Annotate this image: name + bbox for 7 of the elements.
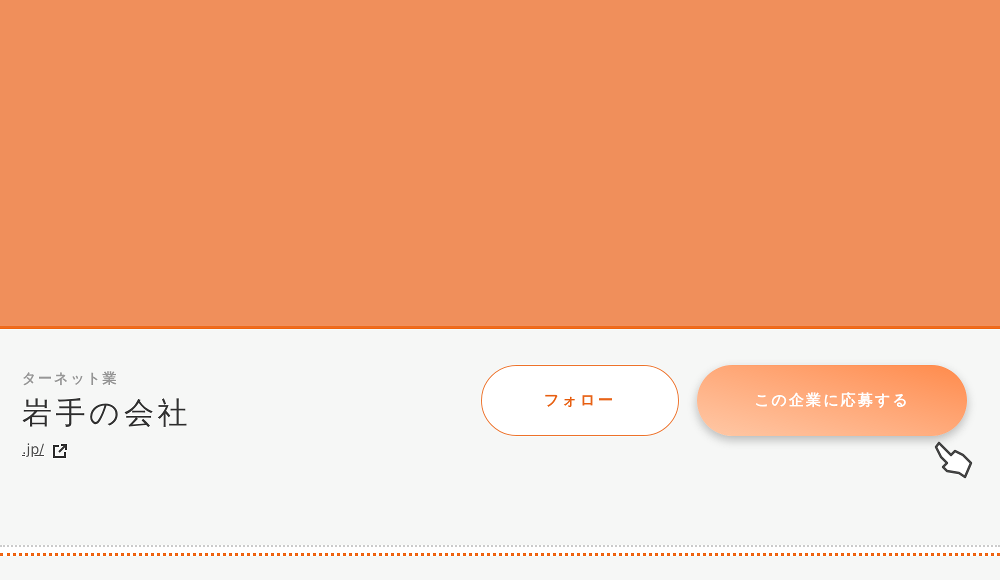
follow-button[interactable]: フォロー — [481, 365, 679, 436]
website-link[interactable]: .jp/ — [22, 440, 44, 461]
external-link-icon — [52, 442, 68, 458]
industry-label: ターネット業 — [22, 370, 120, 389]
company-name: 岩手の会社 — [22, 395, 191, 433]
hand-cursor-icon — [933, 441, 975, 481]
apply-button[interactable]: この企業に応募する — [697, 365, 967, 436]
